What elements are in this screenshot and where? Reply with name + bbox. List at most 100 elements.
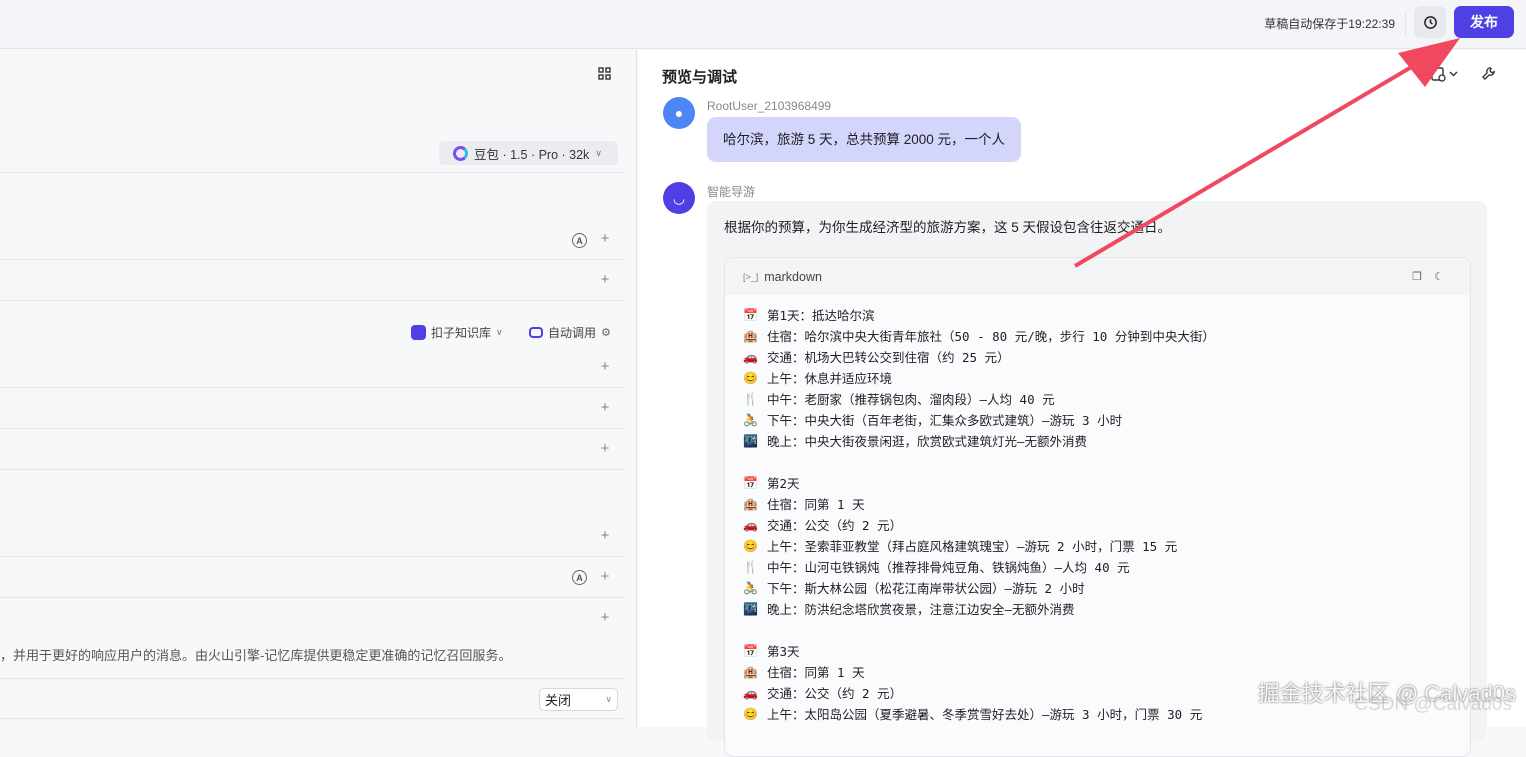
knowledge-label: 扣子知识库: [431, 326, 492, 340]
sun-face-icon: 😊: [743, 539, 758, 553]
debug-settings-icon[interactable]: [1431, 66, 1461, 82]
user-avatar: ●: [663, 97, 695, 129]
auto-call-label: 自动调用: [548, 326, 597, 340]
fork-knife-icon: 🍴: [743, 560, 758, 574]
code-line-text: 交通：公交（约 2 元）: [767, 518, 903, 533]
wrench-icon[interactable]: [1481, 66, 1496, 81]
code-line: 🌃 晚上：中央大街夜景闲逛，欣赏欧式建筑灯光—无额外消费: [743, 431, 1470, 452]
code-line-text: 晚上：防洪纪念塔欣赏夜景，注意江边安全—无额外消费: [767, 602, 1075, 617]
night-city-icon: 🌃: [743, 602, 758, 616]
code-line: 📅 第1天：抵达哈尔滨: [743, 305, 1470, 326]
memory-select[interactable]: 关闭 ∨: [539, 688, 618, 711]
knowledge-source-dropdown[interactable]: 扣子知识库 ∨: [411, 324, 503, 341]
coze-knowledge-icon: [411, 325, 426, 340]
code-line-text: 下午：斯大林公园（松花江南岸带状公园）—游玩 2 小时: [767, 581, 1085, 596]
calendar-icon: 📅: [743, 308, 758, 322]
code-line: 📅 第2天: [743, 473, 1470, 494]
doubao-logo-icon: [453, 145, 468, 161]
code-line: 😊 上午：圣索菲亚教堂（拜占庭风格建筑瑰宝）—游玩 2 小时，门票 15 元: [743, 536, 1470, 557]
code-language: markdown: [764, 269, 822, 284]
bot-intro: 根据你的预算，为你生成经济型的旅游方案，这 5 天假设包含往返交通日。: [724, 220, 1172, 235]
code-line: 🚗 交通：机场大巴转公交到住宿（约 25 元）: [743, 347, 1470, 368]
code-line: 🏨 住宿：同第 1 天: [743, 494, 1470, 515]
night-city-icon: 🌃: [743, 434, 758, 448]
auto-a-icon[interactable]: A: [572, 233, 587, 248]
bot-name: 智能导游: [707, 185, 756, 199]
add-icon[interactable]: +: [599, 230, 611, 247]
add-icon[interactable]: +: [599, 271, 611, 288]
code-line: 🚗 交通：公交（约 2 元）: [743, 515, 1470, 536]
copy-icon[interactable]: ❐: [1412, 270, 1422, 283]
terminal-icon: [>_]: [743, 271, 759, 282]
add-icon[interactable]: +: [599, 527, 611, 544]
divider: [1405, 12, 1406, 36]
history-button[interactable]: [1414, 6, 1446, 38]
bot-face-icon: ◡: [672, 189, 686, 206]
code-line-text: 住宿：同第 1 天: [767, 497, 865, 512]
autosave-status: 草稿自动保存于19:22:39: [1264, 17, 1395, 31]
car-icon: 🚗: [743, 350, 758, 364]
gear-icon: ⚙: [601, 327, 611, 339]
code-line: 🚴 下午：中央大街（百年老街，汇集众多欧式建筑）—游玩 3 小时: [743, 410, 1470, 431]
chevron-down-icon: ∨: [595, 147, 602, 158]
code-line: 🌃 晚上：防洪纪念塔欣赏夜景，注意江边安全—无额外消费: [743, 599, 1470, 620]
history-icon: [1423, 15, 1437, 29]
panel-title: 预览与调试: [662, 69, 738, 86]
publish-button[interactable]: 发布: [1454, 6, 1514, 38]
select-value: 关闭: [545, 693, 572, 708]
hotel-icon: 🏨: [743, 329, 758, 343]
add-icon[interactable]: +: [599, 358, 611, 375]
auto-call-setting[interactable]: 自动调用 ⚙: [529, 324, 611, 341]
model-selector[interactable]: 豆包 · 1.5 · Pro · 32k ∨: [439, 141, 618, 165]
bot-message: 根据你的预算，为你生成经济型的旅游方案，这 5 天假设包含往返交通日。 [>_]…: [707, 201, 1487, 757]
code-line-text: 住宿：哈尔滨中央大街青年旅社（50 - 80 元/晚，步行 10 分钟到中央大街…: [767, 329, 1215, 344]
code-line-text: 交通：机场大巴转公交到住宿（约 25 元）: [767, 350, 1010, 365]
code-line-text: 交通：公交（约 2 元）: [767, 686, 903, 701]
add-icon[interactable]: +: [599, 568, 611, 585]
code-line: 🍴 中午：山河屯铁锅炖（推荐排骨炖豆角、铁锅炖鱼）—人均 40 元: [743, 557, 1470, 578]
code-line-text: 第2天: [767, 476, 800, 491]
preview-panel: 预览与调试 ● RootUser_2103968499 哈尔滨，旅游 5 天，总…: [638, 50, 1526, 757]
code-line: 🏨 住宿：哈尔滨中央大街青年旅社（50 - 80 元/晚，步行 10 分钟到中央大…: [743, 326, 1470, 347]
hotel-icon: 🏨: [743, 665, 758, 679]
code-line: 🍴 中午：老厨家（推荐锅包肉、溜肉段）—人均 40 元: [743, 389, 1470, 410]
code-line-text: 第1天：抵达哈尔滨: [767, 308, 875, 323]
add-icon[interactable]: +: [599, 440, 611, 457]
code-line: 😊 上午：休息并适应环境: [743, 368, 1470, 389]
code-line-text: 上午：太阳岛公园（夏季避暑、冬季赏雪好去处）—游玩 3 小时，门票 30 元: [767, 707, 1203, 722]
memory-description: ，并用于更好的响应用户的消息。由火山引擎-记忆库提供更稳定更准确的记忆召回服务。: [0, 648, 512, 663]
bot-avatar: ◡: [663, 182, 695, 214]
bike-icon: 🚴: [743, 413, 758, 427]
config-panel: 豆包 · 1.5 · Pro · 32k ∨ A + + 扣子知识库 ∨ 自动调用 ⚙…: [0, 50, 637, 727]
code-line-text: 中午：老厨家（推荐锅包肉、溜肉段）—人均 40 元: [767, 392, 1055, 407]
code-line-text: 上午：圣索菲亚教堂（拜占庭风格建筑瑰宝）—游玩 2 小时，门票 15 元: [767, 539, 1178, 554]
sun-face-icon: 😊: [743, 707, 758, 721]
code-line-text: 第3天: [767, 644, 800, 659]
add-icon[interactable]: +: [599, 609, 611, 626]
fork-knife-icon: 🍴: [743, 392, 758, 406]
chevron-down-icon: ∨: [496, 327, 503, 337]
user-message: 哈尔滨，旅游 5 天，总共预算 2000 元，一个人: [707, 117, 1022, 162]
code-header: [>_] markdown ❐ ☾: [725, 258, 1470, 295]
theme-moon-icon[interactable]: ☾: [1434, 270, 1444, 283]
code-line-text: 住宿：同第 1 天: [767, 665, 865, 680]
sun-face-icon: 😊: [743, 371, 758, 385]
chevron-down-icon: ∨: [605, 694, 612, 704]
model-label: 豆包 · 1.5 · Pro · 32k: [474, 147, 590, 162]
code-line-text: 中午：山河屯铁锅炖（推荐排骨炖豆角、铁锅炖鱼）—人均 40 元: [767, 560, 1130, 575]
code-line-text: 下午：中央大街（百年老街，汇集众多欧式建筑）—游玩 3 小时: [767, 413, 1123, 428]
car-icon: 🚗: [743, 518, 758, 532]
calendar-icon: 📅: [743, 476, 758, 490]
code-content: 📅 第1天：抵达哈尔滨 🏨 住宿：哈尔滨中央大街青年旅社（50 - 80 元/晚，步行…: [725, 295, 1470, 725]
bot-icon: [529, 327, 543, 338]
car-icon: 🚗: [743, 686, 758, 700]
watermark-csdn: CSDN @Calvad0s: [1354, 694, 1512, 715]
bike-icon: 🚴: [743, 581, 758, 595]
code-line-text: 晚上：中央大街夜景闲逛，欣赏欧式建筑灯光—无额外消费: [767, 434, 1088, 449]
layout-grid-icon[interactable]: [598, 67, 611, 80]
auto-a-icon[interactable]: A: [572, 570, 587, 585]
add-icon[interactable]: +: [599, 399, 611, 416]
code-line-text: 上午：休息并适应环境: [767, 371, 893, 386]
